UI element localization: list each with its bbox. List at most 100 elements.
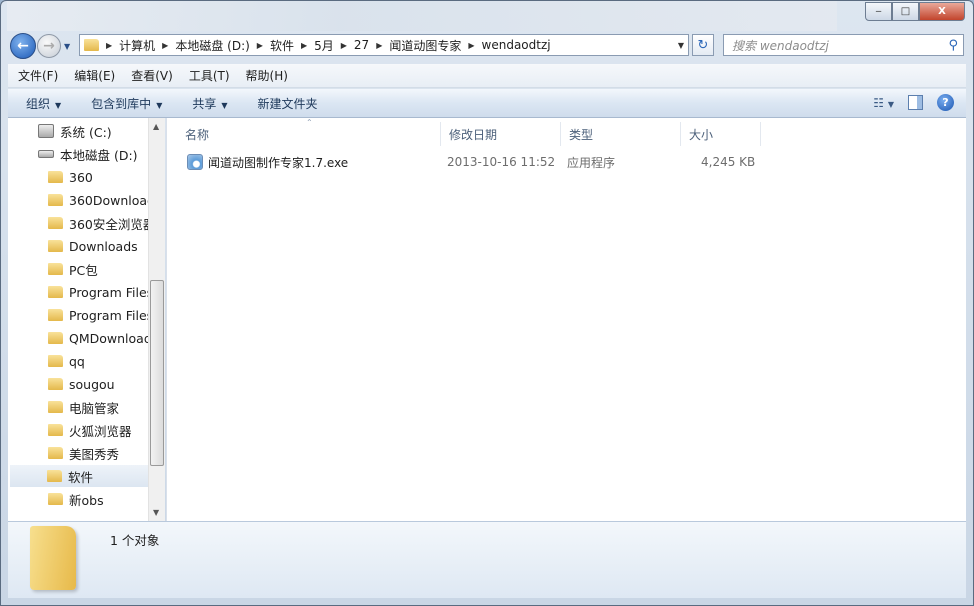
column-header-size[interactable]: 大小 (681, 122, 761, 146)
tree-item[interactable]: Program Files (48, 281, 148, 303)
folder-large-icon (30, 526, 76, 590)
breadcrumb-separator-icon[interactable]: ▶ (341, 41, 347, 50)
breadcrumb-separator-icon[interactable]: ▶ (376, 41, 382, 50)
tree-item[interactable]: 新obs (48, 488, 104, 510)
tree-item[interactable]: Program Files (48, 304, 148, 326)
tree-item-label: QMDownload (69, 330, 148, 346)
column-header-date[interactable]: 修改日期 (441, 122, 561, 146)
nav-scrollbar[interactable]: ▲ ▼ (148, 118, 165, 521)
tree-item-label: 360 (69, 169, 93, 185)
tree-item-label: 火狐浏览器 (69, 423, 132, 439)
folder-icon (48, 332, 63, 344)
folder-icon (47, 470, 62, 482)
menu-item[interactable]: 编辑(E) (74, 67, 115, 84)
toolbar-button-label: 组织 (26, 96, 51, 111)
breadcrumb-item[interactable]: 计算机 (119, 37, 155, 54)
view-options-icon[interactable]: ☷ ▼ (873, 96, 894, 110)
folder-icon (48, 378, 63, 390)
tree-item[interactable]: 火狐浏览器 (48, 419, 132, 441)
address-bar[interactable]: ▶ 计算机 ▶ 本地磁盘 (D:) ▶ 软件 ▶ 5月 ▶ 27 ▶ 闻道动图专家 ▶ wendaodtz… (79, 34, 689, 56)
tree-item[interactable]: 本地磁盘 (D:) (38, 143, 138, 165)
preview-pane-icon[interactable] (908, 95, 923, 110)
tree-item[interactable]: 电脑管家 (48, 396, 119, 418)
address-dropdown-icon[interactable]: ▼ (678, 41, 684, 50)
tree-item-label: 美图秀秀 (69, 446, 120, 462)
scroll-down-icon[interactable]: ▼ (153, 508, 159, 517)
chevron-down-icon: ▼ (55, 100, 62, 110)
breadcrumb-item[interactable]: 软件 (270, 37, 294, 54)
menu-item[interactable]: 帮助(H) (246, 67, 288, 84)
toolbar-button-label: 包含到库中 (91, 96, 152, 111)
file-row[interactable]: 闻道动图制作专家1.7.exe 2013-10-16 11:52 应用程序 4,… (179, 151, 769, 173)
tree-item-label: 本地磁盘 (D:) (60, 147, 138, 163)
tree-item[interactable]: 360Download (48, 189, 148, 211)
scroll-up-icon[interactable]: ▲ (153, 122, 159, 131)
recent-pages-dropdown[interactable]: ▼ (64, 42, 70, 51)
breadcrumb-separator-icon[interactable]: ▶ (106, 41, 112, 50)
breadcrumb-separator-icon[interactable]: ▶ (301, 41, 307, 50)
tree-item[interactable]: 系统 (C:) (38, 120, 112, 142)
tree-item-label: 软件 (68, 469, 94, 485)
menu-item[interactable]: 文件(F) (18, 67, 58, 84)
tree-item[interactable]: PC包 (48, 258, 98, 280)
breadcrumb-item[interactable]: 5月 (314, 37, 334, 54)
search-icon[interactable]: ⚲ (948, 38, 958, 53)
tree-item-label: qq (69, 353, 85, 369)
details-pane: 1 个对象 (8, 521, 966, 598)
close-button[interactable]: X (919, 2, 965, 21)
breadcrumb-item[interactable]: 27 (354, 38, 369, 52)
tree-item-label: 系统 (C:) (60, 124, 112, 140)
tree-item-label: Downloads (69, 238, 138, 254)
back-button[interactable]: ← (10, 33, 36, 59)
file-date: 2013-10-16 11:52 (447, 155, 556, 169)
scroll-thumb[interactable] (150, 280, 164, 466)
search-input[interactable]: 搜索 wendaodtzj ⚲ (723, 34, 964, 56)
toolbar-button[interactable]: 组织 ▼ (26, 95, 61, 112)
system-drive-icon (38, 124, 54, 138)
breadcrumb-item[interactable]: wendaodtzj (482, 38, 551, 52)
column-header-type[interactable]: 类型 (561, 122, 681, 146)
tree-item-label: 360Download (69, 192, 148, 208)
folder-icon (48, 263, 63, 275)
folder-icon (48, 424, 63, 436)
tree-item[interactable]: 软件 (10, 465, 148, 487)
minimize-button[interactable]: ‒ (865, 2, 892, 21)
application-icon (187, 154, 203, 170)
breadcrumb-separator-icon[interactable]: ▶ (257, 41, 263, 50)
chevron-down-icon: ▼ (221, 100, 228, 110)
chevron-down-icon: ▼ (156, 100, 163, 110)
breadcrumb-separator-icon[interactable]: ▶ (468, 41, 474, 50)
breadcrumb-separator-icon[interactable]: ▶ (162, 41, 168, 50)
folder-icon (48, 240, 63, 252)
toolbar-button[interactable]: 新建文件夹 (258, 95, 318, 112)
file-size: 4,245 KB (701, 155, 756, 169)
menu-item[interactable]: 工具(T) (189, 67, 230, 84)
refresh-button[interactable]: ↻ (692, 34, 714, 56)
tree-item[interactable]: QMDownload (48, 327, 148, 349)
tree-item[interactable]: qq (48, 350, 85, 372)
folder-icon (48, 447, 63, 459)
tree-item[interactable]: Downloads (48, 235, 138, 257)
breadcrumb-item[interactable]: 闻道动图专家 (389, 37, 461, 54)
tree-item[interactable]: 360 (48, 166, 93, 188)
forward-button[interactable]: → (37, 34, 61, 58)
toolbar-button[interactable]: 共享 ▼ (192, 95, 227, 112)
help-icon[interactable]: ? (937, 94, 954, 111)
tree-item-label: 360安全浏览器 (69, 216, 148, 232)
tree-item-label: sougou (69, 376, 115, 392)
tree-item-label: PC包 (69, 262, 98, 278)
folder-icon (48, 493, 63, 505)
menu-item[interactable]: 查看(V) (131, 67, 173, 84)
folder-icon (48, 286, 63, 298)
command-bar: 组织 ▼ 包含到库中 ▼ 共享 ▼ 新建文件夹 ☷ ▼ ? (8, 89, 966, 118)
folder-icon (48, 309, 63, 321)
column-header-name[interactable]: 名称 (177, 122, 441, 146)
breadcrumb-item[interactable]: 本地磁盘 (D:) (175, 37, 249, 54)
tree-item[interactable]: sougou (48, 373, 115, 395)
tree-item[interactable]: 美图秀秀 (48, 442, 119, 464)
tree-item[interactable]: 360安全浏览器 (48, 212, 148, 234)
toolbar-button[interactable]: 包含到库中 ▼ (91, 95, 162, 112)
tree-item-label: Program Files (69, 284, 148, 300)
maximize-button[interactable]: □ (892, 2, 919, 21)
item-count: 1 个对象 (110, 533, 160, 548)
